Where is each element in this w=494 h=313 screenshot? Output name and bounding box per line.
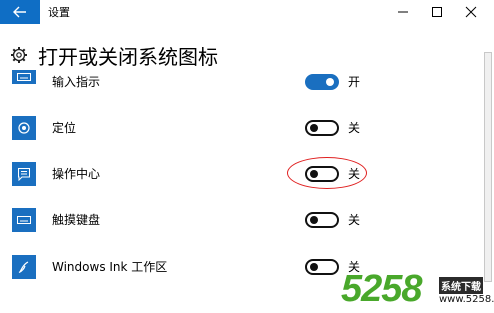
item-label: 输入指示 [52, 75, 101, 89]
scrollbar[interactable] [484, 52, 492, 282]
location-icon [12, 116, 36, 140]
watermark-number: 5258 [341, 268, 423, 310]
keyboard-icon [12, 70, 36, 84]
list-item-input-indicator: 输入指示 开 [0, 62, 480, 102]
item-label: 定位 [52, 121, 77, 135]
close-icon [465, 6, 477, 18]
toggle-switch[interactable] [305, 259, 339, 275]
maximize-icon [432, 7, 442, 17]
item-label: Windows Ink 工作区 [52, 260, 168, 274]
toggle-switch[interactable] [305, 120, 339, 136]
touch-keyboard-icon [12, 208, 36, 232]
pen-icon [12, 255, 36, 279]
item-label: 操作中心 [52, 167, 101, 181]
toggle-switch[interactable] [305, 212, 339, 228]
title-bar: 设置 [0, 0, 494, 24]
watermark-logo: 5258 系统下载 www.5258.net [335, 268, 494, 313]
toggle-knob [310, 216, 318, 224]
watermark-url: www.5258.net [439, 294, 494, 305]
toggle-knob [326, 78, 334, 86]
action-center-icon [12, 162, 36, 186]
toggle-state: 开 [348, 75, 361, 89]
arrow-left-icon [13, 6, 26, 18]
close-button[interactable] [454, 0, 488, 24]
toggle-switch[interactable] [305, 74, 339, 90]
minimize-icon [398, 11, 408, 13]
item-label: 触摸键盘 [52, 213, 101, 227]
toggle-knob [310, 263, 318, 271]
watermark-text: 系统下载 [439, 277, 483, 294]
maximize-button[interactable] [420, 0, 454, 24]
list-item-touch-keyboard: 触摸键盘 关 [0, 200, 480, 240]
back-button[interactable] [0, 0, 40, 24]
toggle-knob [310, 124, 318, 132]
list-item-location: 定位 关 [0, 108, 480, 148]
window-title: 设置 [48, 6, 70, 19]
highlight-annotation [287, 157, 367, 189]
toggle-state: 关 [348, 213, 361, 227]
toggle-state: 关 [348, 121, 361, 135]
list-item-action-center: 操作中心 关 [0, 154, 480, 194]
minimize-button[interactable] [386, 0, 420, 24]
